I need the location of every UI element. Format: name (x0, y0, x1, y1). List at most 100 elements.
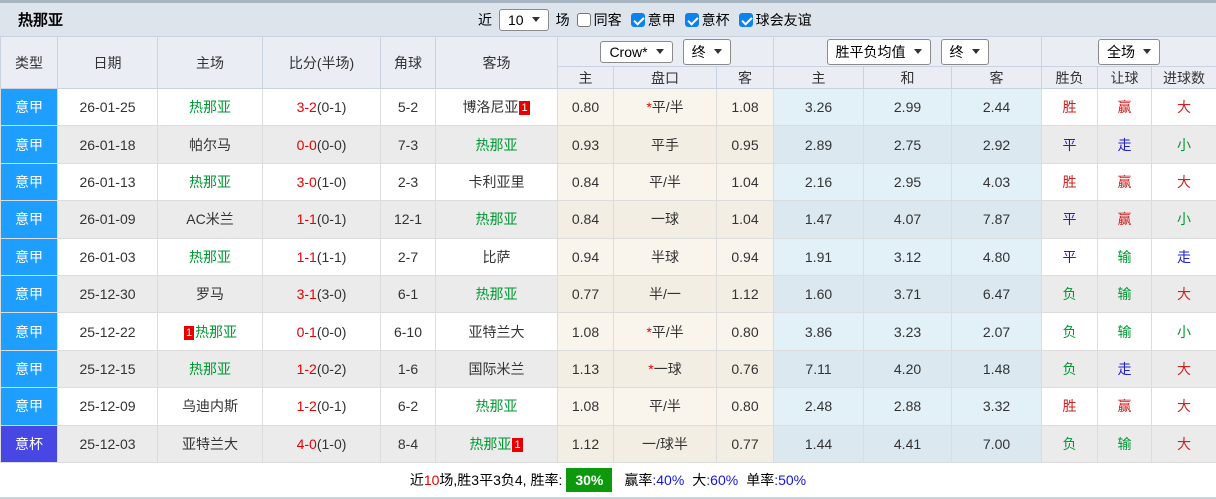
scope-select[interactable]: 全场 (1098, 39, 1160, 65)
checkbox-icon[interactable] (631, 13, 645, 27)
checkbox-icon[interactable] (577, 13, 591, 27)
filter-checkbox-球会友谊[interactable]: 球会友谊 (739, 10, 812, 30)
odds-source-select[interactable]: Crow* (600, 41, 672, 63)
match-date: 26-01-18 (58, 126, 158, 163)
match-date: 25-12-22 (58, 313, 158, 350)
home-team: 1热那亚 (158, 313, 263, 350)
avg-away: 2.07 (952, 313, 1042, 350)
type-badge: 意甲 (1, 89, 58, 126)
match-date: 26-01-03 (58, 238, 158, 275)
score: 1-1(1-1) (263, 238, 381, 275)
score: 3-1(3-0) (263, 275, 381, 312)
handicap-odds-away: 1.04 (717, 201, 774, 238)
handicap-line: 一球 (614, 201, 717, 238)
odds-group-header: Crow* 终 (558, 37, 774, 67)
odds-time-select[interactable]: 终 (683, 39, 731, 65)
avg-away: 4.03 (952, 163, 1042, 200)
avg-draw: 2.99 (864, 89, 952, 126)
half-score: (1-0) (317, 174, 347, 190)
checkbox-label: 意杯 (702, 10, 730, 30)
chevron-down-icon (656, 49, 664, 54)
col-avg-home: 主 (774, 67, 864, 89)
line-text: 平/半 (652, 324, 684, 340)
table-row: 意甲26-01-13热那亚3-0(1-0)2-3卡利亚里0.84平/半1.042… (1, 163, 1216, 200)
avg-home: 2.48 (774, 388, 864, 425)
handicap-odds-away: 1.04 (717, 163, 774, 200)
games-label: 场 (556, 10, 570, 30)
team-name: 热那亚 (189, 361, 231, 377)
avg-home: 2.89 (774, 126, 864, 163)
corner-count: 8-4 (381, 425, 436, 462)
type-badge: 意甲 (1, 275, 58, 312)
avg-home: 7.11 (774, 350, 864, 387)
result-goals: 大 (1152, 275, 1216, 312)
handicap-line: 半/一 (614, 275, 717, 312)
avg-time-select[interactable]: 终 (941, 39, 989, 65)
handicap-odds-home: 0.84 (558, 163, 614, 200)
away-team: 博洛尼亚1 (436, 89, 558, 126)
handicap-odds-home: 1.12 (558, 425, 614, 462)
table-row: 意甲25-12-09乌迪内斯1-2(0-1)6-2热那亚1.08平/半0.802… (1, 388, 1216, 425)
result-outcome: 胜 (1042, 89, 1098, 126)
type-badge: 意甲 (1, 126, 58, 163)
type-badge: 意甲 (1, 238, 58, 275)
summary-count: 10 (424, 472, 440, 488)
type-badge: 意甲 (1, 201, 58, 238)
table-row: 意甲25-12-30罗马3-1(3-0)6-1热那亚0.77半/一1.121.6… (1, 275, 1216, 312)
checkbox-icon[interactable] (685, 13, 699, 27)
handicap-odds-away: 0.95 (717, 126, 774, 163)
half-score: (0-1) (317, 99, 347, 115)
table-row: 意甲26-01-03热那亚1-1(1-1)2-7比萨0.94半球0.941.91… (1, 238, 1216, 275)
result-outcome: 负 (1042, 425, 1098, 462)
chevron-down-icon (714, 49, 722, 54)
col-result-handicap: 让球 (1098, 67, 1152, 89)
home-team: 乌迪内斯 (158, 388, 263, 425)
away-team: 国际米兰 (436, 350, 558, 387)
avg-away: 2.44 (952, 89, 1042, 126)
corner-count: 6-1 (381, 275, 436, 312)
title-bar: 热那亚 近 10 场 同客意甲意杯球会友谊 (0, 3, 1216, 36)
type-badge: 意甲 (1, 388, 58, 425)
chevron-down-icon (1143, 49, 1151, 54)
col-avg-draw: 和 (864, 67, 952, 89)
handicap-odds-away: 1.08 (717, 89, 774, 126)
page-title: 热那亚 (18, 9, 63, 30)
checkbox-label: 同客 (594, 10, 622, 30)
avg-home: 1.44 (774, 425, 864, 462)
home-team: 热那亚 (158, 350, 263, 387)
handicap-line: 平/半 (614, 388, 717, 425)
filter-checkbox-意杯[interactable]: 意杯 (685, 10, 730, 30)
checkbox-icon[interactable] (739, 13, 753, 27)
single-rate-value: :50% (774, 472, 806, 488)
full-score: 1-1 (297, 211, 317, 227)
result-outcome: 平 (1042, 201, 1098, 238)
chevron-down-icon (972, 49, 980, 54)
filter-checkbox-同客[interactable]: 同客 (577, 10, 622, 30)
home-team: 亚特兰大 (158, 425, 263, 462)
col-odds-home: 主 (558, 67, 614, 89)
score: 0-1(0-0) (263, 313, 381, 350)
recent-count-select[interactable]: 10 (499, 9, 549, 31)
summary-footer: 近10场,胜3平3负4, 胜率: 30% 赢率:40% 大:60% 单率:50% (0, 463, 1216, 498)
team-name: 亚特兰大 (469, 324, 525, 340)
col-result-goals: 进球数 (1152, 67, 1216, 89)
avg-source-select[interactable]: 胜平负均值 (827, 39, 931, 65)
filter-checkbox-意甲[interactable]: 意甲 (631, 10, 676, 30)
type-badge: 意甲 (1, 163, 58, 200)
avg-home: 1.91 (774, 238, 864, 275)
avg-away: 1.48 (952, 350, 1042, 387)
col-home: 主场 (158, 37, 263, 89)
line-text: 一/球半 (642, 436, 688, 452)
col-date: 日期 (58, 37, 158, 89)
match-date: 25-12-09 (58, 388, 158, 425)
corner-count: 6-2 (381, 388, 436, 425)
match-date: 25-12-15 (58, 350, 158, 387)
result-handicap: 赢 (1098, 163, 1152, 200)
home-team: AC米兰 (158, 201, 263, 238)
big-rate-value: :60% (706, 472, 738, 488)
away-team: 亚特兰大 (436, 313, 558, 350)
team-name: 卡利亚里 (469, 174, 525, 190)
result-goals: 大 (1152, 163, 1216, 200)
table-row: 意甲26-01-25热那亚3-2(0-1)5-2博洛尼亚10.80*平/半1.0… (1, 89, 1216, 126)
result-goals: 小 (1152, 126, 1216, 163)
